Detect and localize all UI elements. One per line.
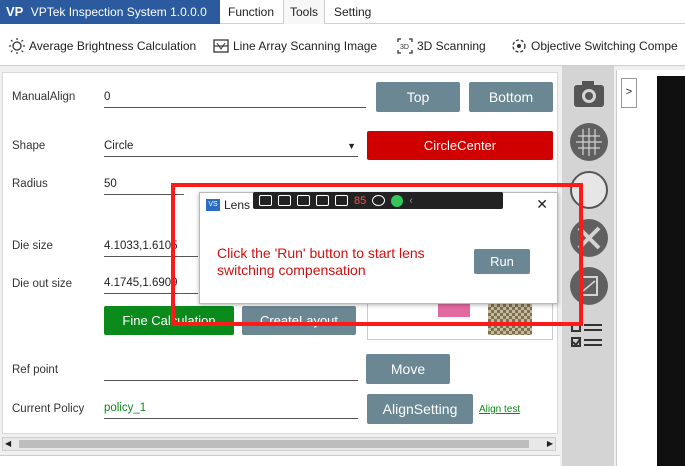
current-policy-input[interactable]: policy_1 [104, 399, 358, 419]
horizontal-scrollbar[interactable]: ◀ ▶ [2, 437, 556, 451]
die-out-size-label: Die out size [12, 278, 73, 290]
align-setting-button[interactable]: AlignSetting [367, 394, 473, 424]
app-title: VP VPTek Inspection System 1.0.0.0 [0, 0, 220, 24]
camera-icon[interactable] [570, 75, 608, 113]
scroll-left-icon[interactable]: ◀ [5, 438, 11, 450]
svg-text:3D: 3D [400, 44, 409, 51]
die-size-label: Die size [12, 240, 53, 252]
camera-view [657, 76, 685, 466]
sun-icon [9, 38, 25, 54]
viewer-expand-button[interactable]: > [621, 78, 637, 108]
menu-setting[interactable]: Setting [328, 0, 377, 24]
ref-point-input[interactable] [104, 361, 358, 381]
bottom-strip [0, 455, 560, 466]
current-policy-label: Current Policy [12, 403, 85, 415]
scroll-right-icon[interactable]: ▶ [547, 438, 553, 450]
objective-switch-icon [512, 39, 526, 53]
move-button[interactable]: Move [366, 354, 450, 384]
app-logo: VP [6, 4, 24, 19]
radius-label: Radius [12, 178, 48, 190]
shape-label: Shape [12, 140, 46, 152]
tool-line-array-scanning[interactable]: Line Array Scanning Image [212, 32, 377, 60]
bottom-button[interactable]: Bottom [469, 82, 553, 112]
menu-tools[interactable]: Tools [283, 0, 326, 24]
scroll-thumb[interactable] [19, 440, 529, 448]
tool-average-brightness[interactable]: Average Brightness Calculation [8, 32, 196, 60]
line-scan-icon [213, 39, 229, 53]
tool-3d-scanning[interactable]: 3D 3D Scanning [396, 32, 486, 60]
manual-align-label: ManualAlign [12, 91, 76, 103]
menu-function[interactable]: Function [222, 0, 280, 24]
highlight-box [171, 183, 583, 326]
grid-icon[interactable] [570, 123, 608, 161]
align-test-link[interactable]: Align test [479, 404, 520, 415]
3d-scan-icon: 3D [397, 38, 413, 54]
app-title-text: VPTek Inspection System 1.0.0.0 [30, 5, 207, 19]
manual-align-input[interactable]: 0 [104, 88, 366, 108]
circle-center-button[interactable]: CircleCenter [367, 131, 553, 160]
ref-point-label: Ref point [12, 364, 59, 376]
tool-objective-switching[interactable]: Objective Switching Compe [510, 32, 678, 60]
shape-select[interactable]: Circle ▼ [104, 137, 358, 157]
chevron-down-icon: ▼ [347, 141, 356, 151]
top-button[interactable]: Top [376, 82, 460, 112]
